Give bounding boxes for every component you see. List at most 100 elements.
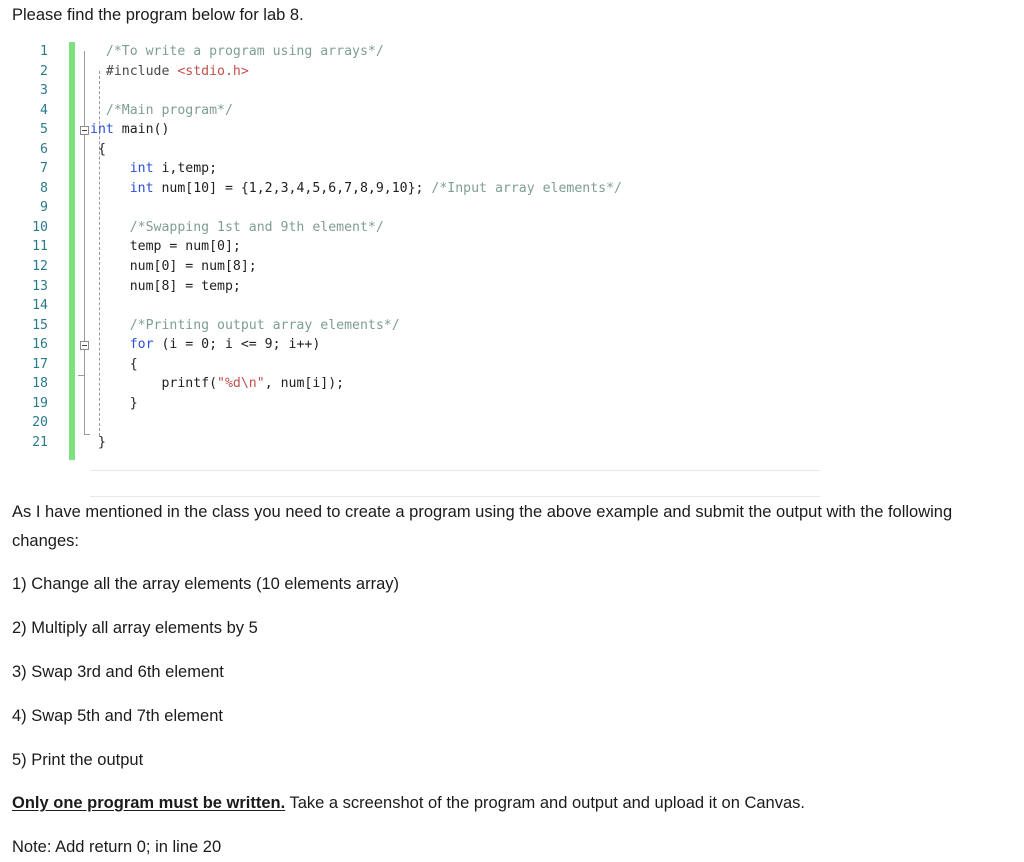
code-token-plain: num[0] = num[8]; — [90, 259, 257, 275]
code-line: 20 — [0, 413, 1024, 433]
code-line: 8 int num[10] = {1,2,3,4,5,6,7,8,9,10}; … — [0, 179, 1024, 199]
code-line: 18 printf("%d\n", num[i]); — [0, 374, 1024, 394]
code-token-plain: } — [90, 395, 138, 411]
code-line-text: #include <stdio.h> — [90, 62, 249, 82]
line-number: 9 — [40, 200, 48, 216]
list-item: 3) Swap 3rd and 6th element — [12, 663, 224, 681]
code-line-text: int num[10] = {1,2,3,4,5,6,7,8,9,10}; /*… — [90, 179, 622, 199]
line-number: 8 — [40, 180, 48, 196]
code-line: 7 int i,temp; — [0, 159, 1024, 179]
code-line: 10 /*Swapping 1st and 9th element*/ — [0, 218, 1024, 238]
code-line-text: int main() — [90, 120, 169, 140]
line-number: 19 — [32, 395, 48, 411]
code-line-text: num[8] = temp; — [90, 277, 241, 297]
line-number: 14 — [32, 298, 48, 314]
code-token-plain: { — [90, 141, 106, 157]
document-page: Please find the program below for lab 8.… — [0, 0, 1024, 861]
code-block: 1 /*To write a program using arrays*/2 #… — [0, 42, 1024, 497]
code-line-text: /*Printing output array elements*/ — [90, 316, 400, 336]
code-token-string: <stdio.h> — [177, 63, 249, 79]
line-number: 20 — [32, 415, 48, 431]
code-line: 2 #include <stdio.h> — [0, 62, 1024, 82]
line-number: 13 — [32, 278, 48, 294]
code-token-plain: num[10] = {1,2,3,4,5,6,7,8,9,10}; — [153, 180, 432, 196]
list-item: 2) Multiply all array elements by 5 — [12, 619, 258, 637]
code-token-comment: /*To write a program using arrays*/ — [90, 44, 384, 59]
code-line-text: { — [90, 140, 106, 160]
code-line-text: num[0] = num[8]; — [90, 257, 257, 277]
line-number: 12 — [32, 259, 48, 275]
code-token-plain: } — [90, 434, 106, 450]
code-line: 15 /*Printing output array elements*/ — [0, 316, 1024, 336]
code-line-text: int i,temp; — [90, 159, 217, 179]
code-token-comment: /*Swapping 1st and 9th element*/ — [129, 219, 384, 235]
final-instruction: Only one program must be written. Take a… — [12, 789, 1002, 818]
intro-line: Please find the program below for lab 8. — [12, 6, 304, 24]
line-number: 1 — [40, 44, 48, 59]
code-line: 16 for (i = 0; i <= 9; i++) — [0, 335, 1024, 355]
code-lines: 1 /*To write a program using arrays*/2 #… — [0, 42, 1024, 452]
instructions-paragraph: As I have mentioned in the class you nee… — [12, 503, 953, 550]
code-line: 11 temp = num[0]; — [0, 237, 1024, 257]
code-line-text: temp = num[0]; — [90, 237, 241, 257]
code-line: 3 — [0, 81, 1024, 101]
code-line: 1 /*To write a program using arrays*/ — [0, 42, 1024, 62]
line-number: 4 — [40, 102, 48, 118]
code-line-text: /*To write a program using arrays*/ — [90, 42, 384, 62]
code-token-keyword: int — [129, 180, 154, 196]
list-item: 5) Print the output — [12, 751, 144, 769]
code-line-text: /*Swapping 1st and 9th element*/ — [90, 218, 384, 238]
line-number: 2 — [40, 63, 48, 79]
code-line: 17 { — [0, 355, 1024, 375]
code-token-keyword: int — [90, 122, 114, 138]
code-line-text: { — [90, 355, 138, 375]
line-number: 16 — [32, 337, 48, 353]
code-line: 6 { — [0, 140, 1024, 160]
code-token-plain: , num[i]); — [264, 376, 345, 392]
code-line-text: for (i = 0; i <= 9; i++) — [90, 335, 321, 355]
line-number: 11 — [32, 239, 48, 255]
line-number: 17 — [32, 356, 48, 372]
code-token-preprocessor: #include — [90, 63, 178, 79]
line-number: 15 — [32, 317, 48, 333]
code-line-text: printf("%d\n", num[i]); — [90, 374, 344, 394]
line-number: 21 — [32, 434, 48, 450]
code-token-plain: printf( — [90, 376, 218, 392]
code-line-text: } — [90, 394, 138, 414]
code-token-comment: /*Main program*/ — [90, 102, 233, 118]
code-line: 5 int main() — [0, 120, 1024, 140]
line-number: 5 — [40, 122, 48, 138]
emphasis-only-one-program: Only one program must be written. — [12, 794, 286, 812]
code-rule-bottom — [90, 496, 820, 497]
final-instruction-rest: Take a screenshot of the program and out… — [285, 794, 805, 812]
line-number: 6 — [40, 141, 48, 157]
code-token-plain: (i = 0; i <= 9; i++) — [153, 337, 321, 353]
code-token-plain: num[8] = temp; — [90, 278, 241, 294]
line-number: 7 — [40, 161, 48, 177]
code-token-comment: /*Input array elements*/ — [431, 180, 622, 196]
code-token-keyword: int — [129, 161, 154, 177]
code-line: 13 num[8] = temp; — [0, 277, 1024, 297]
list-item: 1) Change all the array elements (10 ele… — [12, 575, 400, 593]
code-token-string: "%d\n" — [217, 376, 265, 392]
list-item: 4) Swap 5th and 7th element — [12, 707, 223, 725]
code-token-comment: /*Printing output array elements*/ — [129, 317, 400, 333]
code-token-plain: main() — [113, 122, 170, 138]
code-line: 19 } — [0, 394, 1024, 414]
code-line: 14 — [0, 296, 1024, 316]
note-line: Note: Add return 0; in line 20 — [12, 838, 222, 856]
code-line: 12 num[0] = num[8]; — [0, 257, 1024, 277]
code-token-plain: i,temp; — [153, 161, 218, 177]
line-number: 3 — [40, 83, 48, 99]
code-line: 21 } — [0, 433, 1024, 453]
line-number: 10 — [32, 219, 48, 235]
code-token-plain: temp = num[0]; — [90, 239, 241, 255]
code-rule-top — [90, 470, 820, 471]
code-token-plain: { — [90, 356, 138, 372]
line-number: 18 — [32, 376, 48, 392]
